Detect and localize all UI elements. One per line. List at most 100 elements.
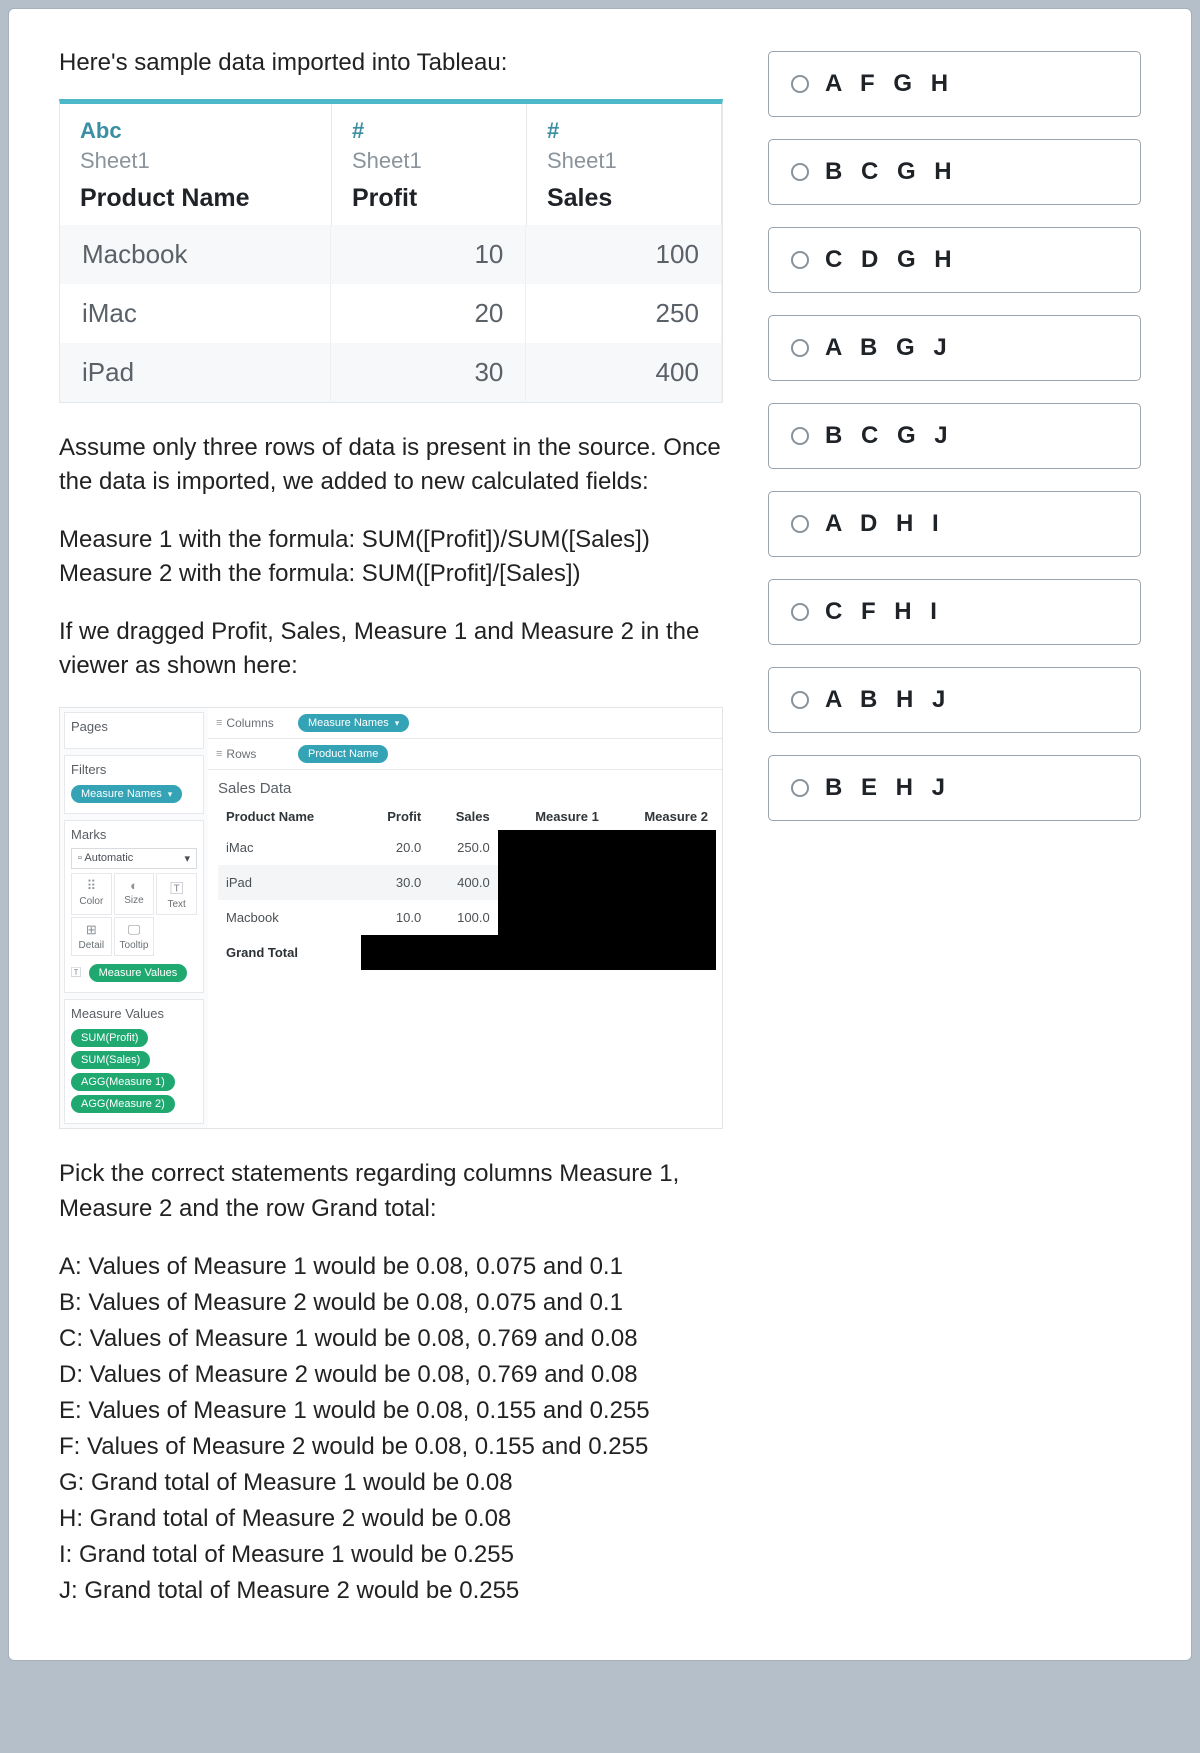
measure-values-panel: Measure Values SUM(Profit) SUM(Sales) AG…	[64, 999, 204, 1124]
filters-label: Filters	[71, 762, 197, 777]
statement-c: C: Values of Measure 1 would be 0.08, 0.…	[59, 1322, 723, 1356]
option-label: C D G H	[825, 246, 958, 274]
cell-sales: 250	[526, 284, 722, 343]
radio-icon	[791, 515, 809, 533]
cell-name: Macbook	[60, 225, 331, 284]
mark-tooltip: 🖵Tooltip	[114, 917, 155, 956]
hash-icon: #	[352, 118, 506, 144]
statement-a: A: Values of Measure 1 would be 0.08, 0.…	[59, 1250, 723, 1284]
col-label-product: Product Name	[80, 184, 311, 213]
statement-e: E: Values of Measure 1 would be 0.08, 0.…	[59, 1394, 723, 1428]
radio-icon	[791, 163, 809, 181]
pages-panel: Pages	[64, 712, 204, 749]
marks-pill-measure-values: Measure Values	[89, 964, 188, 982]
mark-text: 🅃Text	[156, 873, 197, 915]
rows-pill-product-name: Product Name	[298, 745, 388, 763]
statement-h: H: Grand total of Measure 2 would be 0.0…	[59, 1502, 723, 1536]
preview-header: Abc Sheet1 Product Name # Sheet1 Profit …	[60, 104, 722, 225]
pages-label: Pages	[71, 719, 197, 734]
mv-pill-sum-profit: SUM(Profit)	[71, 1029, 148, 1047]
answer-options: A F G H B C G H C D G H A B G J B C G J …	[768, 49, 1141, 1610]
col-label-profit: Profit	[352, 184, 506, 213]
option-afgh[interactable]: A F G H	[768, 51, 1141, 117]
viz-row: iPad 30.0 400.0	[218, 865, 716, 900]
redacted-cell	[607, 830, 716, 865]
mv-pill-agg-m2: AGG(Measure 2)	[71, 1095, 175, 1113]
question-page: Here's sample data imported into Tableau…	[8, 8, 1192, 1661]
option-cdgh[interactable]: C D G H	[768, 227, 1141, 293]
filter-pill-measure-names: Measure Names▾	[71, 785, 182, 803]
statements-list: A: Values of Measure 1 would be 0.08, 0.…	[59, 1250, 723, 1609]
viz-row: Macbook 10.0 100.0	[218, 900, 716, 935]
viz-row: iMac 20.0 250.0	[218, 830, 716, 865]
mv-pill-sum-sales: SUM(Sales)	[71, 1051, 150, 1069]
statement-f: F: Values of Measure 2 would be 0.08, 0.…	[59, 1430, 723, 1464]
formula-measure2: Measure 2 with the formula: SUM([Profit]…	[59, 557, 723, 591]
redacted-cell	[498, 900, 607, 935]
table-row: iMac 20 250	[60, 284, 722, 343]
mark-size: ◐Size	[114, 873, 155, 915]
option-abgj[interactable]: A B G J	[768, 315, 1141, 381]
preview-body: Macbook 10 100 iMac 20 250 iPad 30 400	[60, 225, 722, 402]
viz-grand-total-row: Grand Total	[218, 935, 716, 970]
cell-name: iMac	[60, 284, 331, 343]
viz-table: Product Name Profit Sales Measure 1 Meas…	[218, 803, 716, 970]
vh-sales: Sales	[429, 803, 498, 830]
radio-icon	[791, 603, 809, 621]
statement-i: I: Grand total of Measure 1 would be 0.2…	[59, 1538, 723, 1572]
redacted-cell	[361, 935, 429, 970]
option-label: A D H I	[825, 510, 945, 538]
option-abhj[interactable]: A B H J	[768, 667, 1141, 733]
redacted-cell	[607, 900, 716, 935]
redacted-cell	[607, 935, 716, 970]
vh-profit: Profit	[361, 803, 429, 830]
option-bcgh[interactable]: B C G H	[768, 139, 1141, 205]
columns-shelf: ≡Columns Measure Names▾	[208, 708, 722, 739]
worksheet-main: ≡Columns Measure Names▾ ≡Rows Product Na…	[208, 708, 722, 1128]
col-label-sales: Sales	[547, 184, 701, 213]
columns-label: ≡Columns	[216, 716, 288, 730]
redacted-cell	[498, 865, 607, 900]
marks-label: Marks	[71, 827, 197, 842]
viz-title: Sales Data	[218, 780, 716, 797]
mark-detail: ⊞Detail	[71, 917, 112, 956]
viz-header-row: Product Name Profit Sales Measure 1 Meas…	[218, 803, 716, 830]
redacted-cell	[498, 830, 607, 865]
marks-type-select: ▫ Automatic▾	[71, 848, 197, 869]
redacted-cell	[429, 935, 498, 970]
sheet-label: Sheet1	[547, 148, 701, 174]
redacted-cell	[607, 865, 716, 900]
formula-measure1: Measure 1 with the formula: SUM([Profit]…	[59, 523, 723, 557]
option-adhi[interactable]: A D H I	[768, 491, 1141, 557]
hash-icon: #	[547, 118, 701, 144]
filters-panel: Filters Measure Names▾	[64, 755, 204, 814]
option-label: C F H I	[825, 598, 943, 626]
cell-sales: 400	[526, 343, 722, 402]
radio-icon	[791, 339, 809, 357]
preview-col-profit: # Sheet1 Profit	[332, 104, 527, 225]
redacted-cell	[498, 935, 607, 970]
table-row: Macbook 10 100	[60, 225, 722, 284]
cell-profit: 30	[331, 343, 527, 402]
cell-name: iPad	[60, 343, 331, 402]
option-label: A B H J	[825, 686, 951, 714]
radio-icon	[791, 251, 809, 269]
tableau-data-preview: Abc Sheet1 Product Name # Sheet1 Profit …	[59, 99, 723, 403]
intro-text: Here's sample data imported into Tableau…	[59, 49, 723, 77]
option-cfhi[interactable]: C F H I	[768, 579, 1141, 645]
option-label: B C G J	[825, 422, 954, 450]
rows-label: ≡Rows	[216, 747, 288, 761]
statement-j: J: Grand total of Measure 2 would be 0.2…	[59, 1574, 723, 1608]
option-label: B C G H	[825, 158, 958, 186]
option-behj[interactable]: B E H J	[768, 755, 1141, 821]
worksheet-sidebar: Pages Filters Measure Names▾ Marks ▫ Aut…	[60, 708, 208, 1128]
columns-pill-measure-names: Measure Names▾	[298, 714, 409, 732]
marks-grid: ⠿Color ◐Size 🅃Text ⊞Detail 🖵Tooltip	[71, 873, 197, 956]
rows-shelf: ≡Rows Product Name	[208, 739, 722, 770]
abc-icon: Abc	[80, 118, 311, 144]
table-row: iPad 30 400	[60, 343, 722, 402]
marks-panel: Marks ▫ Automatic▾ ⠿Color ◐Size 🅃Text ⊞D…	[64, 820, 204, 993]
option-bcgj[interactable]: B C G J	[768, 403, 1141, 469]
preview-col-product: Abc Sheet1 Product Name	[60, 104, 332, 225]
tableau-worksheet: Pages Filters Measure Names▾ Marks ▫ Aut…	[59, 707, 723, 1129]
